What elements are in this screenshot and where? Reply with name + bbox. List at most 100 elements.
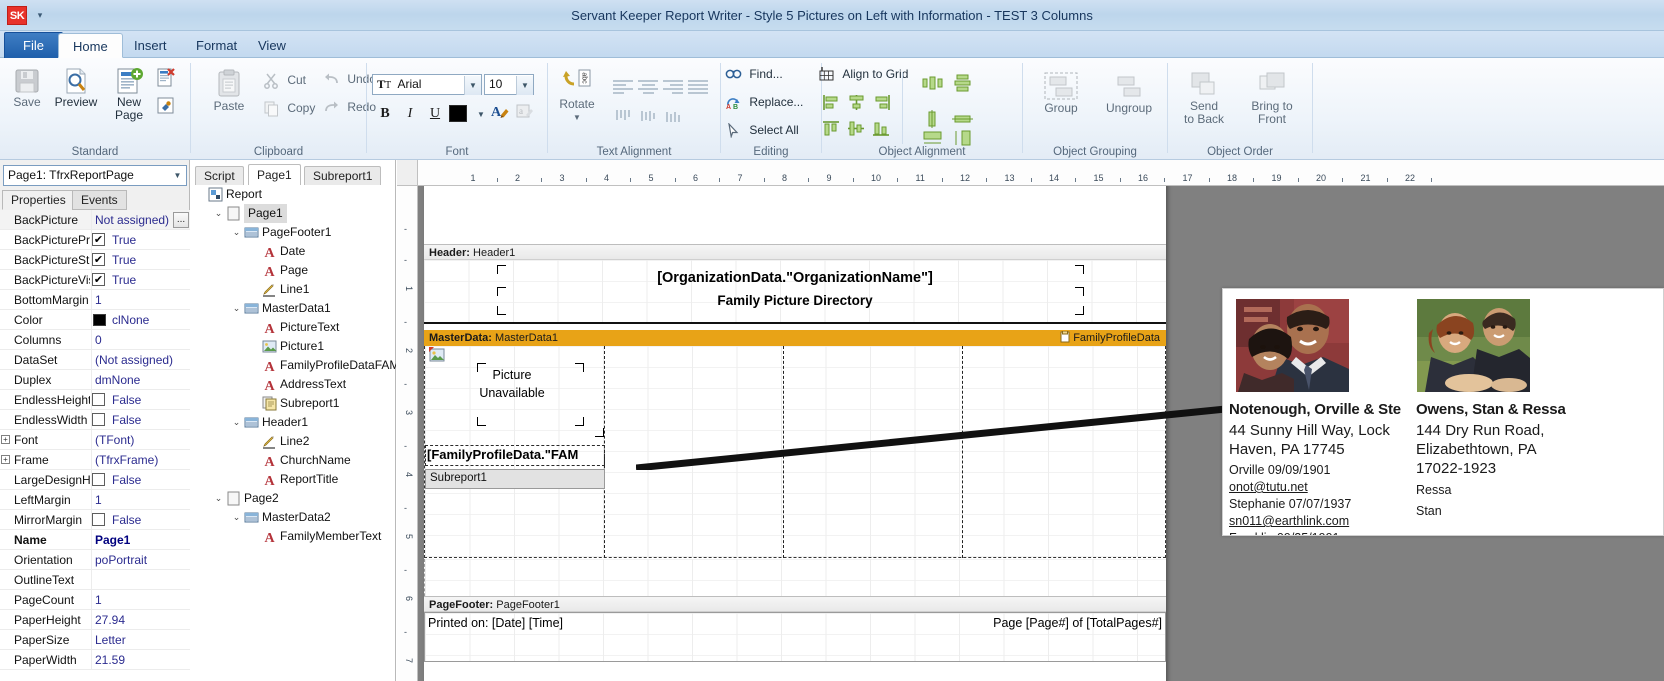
copy-button[interactable]: Copy bbox=[263, 100, 321, 117]
property-row[interactable]: EndlessWidth False bbox=[0, 410, 190, 430]
group-button[interactable]: Group bbox=[1029, 70, 1093, 115]
property-row[interactable]: PaperSize Letter bbox=[0, 630, 190, 650]
property-value[interactable]: Letter bbox=[91, 630, 190, 650]
space-horizontally-button[interactable] bbox=[922, 74, 943, 91]
property-row[interactable]: Duplex dmNone bbox=[0, 370, 190, 390]
space-vertically-button[interactable] bbox=[952, 74, 971, 92]
property-row[interactable]: Columns 0 bbox=[0, 330, 190, 350]
align-justify-button[interactable] bbox=[688, 78, 708, 94]
property-row[interactable]: + Frame (TfrxFrame) bbox=[0, 450, 190, 470]
same-height-button[interactable] bbox=[952, 130, 976, 147]
property-value[interactable]: (TfrxFrame) bbox=[91, 450, 190, 470]
tree-expand-chevron-down-icon[interactable]: ⌄ bbox=[213, 208, 224, 219]
tab-view[interactable]: View bbox=[244, 33, 300, 58]
property-row[interactable]: MirrorMargin False bbox=[0, 510, 190, 530]
tab-events[interactable]: Events bbox=[72, 190, 127, 210]
property-value[interactable]: (Not assigned) bbox=[91, 350, 190, 370]
save-button[interactable]: Save bbox=[6, 66, 48, 109]
font-size-combobox[interactable]: 10 ▼ bbox=[484, 74, 534, 95]
selection-handle[interactable] bbox=[497, 265, 506, 274]
align-right-button[interactable] bbox=[663, 78, 683, 94]
property-value[interactable]: clNone bbox=[91, 310, 190, 330]
band-body-masterdata[interactable]: Picture Unavailable [FamilyProfileData."… bbox=[424, 346, 1166, 558]
align-to-grid-button[interactable]: Align to Grid bbox=[818, 67, 938, 82]
property-row[interactable]: Orientation poPortrait bbox=[0, 550, 190, 570]
tab-script[interactable]: Script bbox=[195, 166, 244, 185]
property-value[interactable]: 1 bbox=[91, 290, 190, 310]
property-expand-icon[interactable]: + bbox=[1, 435, 10, 444]
selection-handle[interactable] bbox=[477, 363, 486, 372]
property-row[interactable]: + Font (TFont) bbox=[0, 430, 190, 450]
band-header-masterdata1[interactable]: MasterData: MasterData1 FamilyProfileDat… bbox=[424, 330, 1166, 346]
align-objects-top-button[interactable] bbox=[822, 120, 841, 137]
property-expand-icon[interactable]: + bbox=[1, 455, 10, 464]
selection-handle[interactable] bbox=[497, 306, 506, 315]
valign-top-button[interactable] bbox=[613, 108, 633, 127]
property-row[interactable]: Color clNone bbox=[0, 310, 190, 330]
selection-handle[interactable] bbox=[1075, 306, 1084, 315]
object-churchname[interactable]: [OrganizationData."OrganizationName"] bbox=[424, 270, 1166, 286]
picture-object-marker-icon[interactable] bbox=[429, 347, 445, 366]
align-objects-center-button[interactable] bbox=[847, 94, 866, 111]
font-family-chevron-down-icon[interactable]: ▼ bbox=[464, 76, 481, 95]
property-value[interactable]: True bbox=[91, 250, 190, 270]
property-row[interactable]: PaperHeight 27.94 bbox=[0, 610, 190, 630]
replace-button[interactable]: AB Replace... bbox=[725, 95, 819, 112]
property-value[interactable]: (TFont) bbox=[91, 430, 190, 450]
align-objects-bottom-button[interactable] bbox=[872, 120, 891, 137]
property-row[interactable]: DataSet (Not assigned) bbox=[0, 350, 190, 370]
property-row[interactable]: BottomMargin 1 bbox=[0, 290, 190, 310]
object-selector-chevron-down-icon[interactable]: ▼ bbox=[169, 166, 186, 185]
property-value[interactable]: False bbox=[91, 510, 190, 530]
tab-home[interactable]: Home bbox=[58, 33, 123, 58]
report-page[interactable]: Header: Header1 [OrganizationData."Organ… bbox=[424, 186, 1166, 681]
property-value[interactable] bbox=[91, 570, 190, 590]
band-body-pagefooter[interactable]: Printed on: [Date] [Time] Page [Page#] o… bbox=[424, 612, 1166, 662]
selection-handle[interactable] bbox=[1075, 287, 1084, 296]
report-tree[interactable]: Report ⌄ Page1 ⌄ PageFooter1 A Date A Page Line1 ⌄… bbox=[191, 185, 396, 681]
font-size-chevron-down-icon[interactable]: ▼ bbox=[516, 76, 533, 95]
property-row[interactable]: LargeDesignH False bbox=[0, 470, 190, 490]
align-objects-right-button[interactable] bbox=[872, 94, 891, 111]
selection-handle[interactable] bbox=[575, 363, 584, 372]
property-value[interactable]: dmNone bbox=[91, 370, 190, 390]
object-page-number[interactable]: Page [Page#] of [TotalPages#] bbox=[993, 616, 1162, 630]
property-ellipsis-button[interactable]: ... bbox=[173, 212, 189, 228]
property-row[interactable]: PaperWidth 21.59 bbox=[0, 650, 190, 670]
object-selector-combobox[interactable]: Page1: TfrxReportPage ▼ bbox=[3, 165, 187, 186]
rotate-chevron-down-icon[interactable]: ▼ bbox=[553, 111, 601, 124]
same-width-button[interactable] bbox=[922, 130, 946, 147]
family-member-email[interactable]: sn011@earthlink.com bbox=[1229, 513, 1349, 530]
property-value[interactable]: Page1 bbox=[91, 530, 190, 550]
tab-insert[interactable]: Insert bbox=[120, 33, 181, 58]
object-picturetext-line1[interactable]: Picture bbox=[447, 368, 577, 382]
property-value[interactable]: 21.59 bbox=[91, 650, 190, 670]
page-settings-button[interactable] bbox=[154, 96, 178, 116]
rotate-button[interactable]: abc Rotate ▼ bbox=[553, 68, 601, 124]
property-value[interactable]: False bbox=[91, 470, 190, 490]
paste-button[interactable]: Paste bbox=[201, 68, 257, 113]
property-row[interactable]: Name Page1 bbox=[0, 530, 190, 550]
bold-button[interactable]: B bbox=[374, 103, 396, 124]
cut-button[interactable]: Cut bbox=[263, 72, 321, 89]
selection-handle[interactable] bbox=[595, 428, 604, 437]
valign-bottom-button[interactable] bbox=[663, 108, 683, 127]
tab-properties[interactable]: Properties bbox=[2, 190, 75, 210]
selection-handle[interactable] bbox=[497, 287, 506, 296]
ungroup-button[interactable]: Ungroup bbox=[1095, 70, 1163, 115]
property-value[interactable]: 27.94 bbox=[91, 610, 190, 630]
delete-page-button[interactable] bbox=[154, 68, 178, 88]
selection-handle[interactable] bbox=[575, 417, 584, 426]
tree-expand-chevron-down-icon[interactable]: ⌄ bbox=[231, 512, 242, 523]
property-row[interactable]: BackPictureStr ✔ True bbox=[0, 250, 190, 270]
center-vertically-button[interactable] bbox=[952, 110, 973, 127]
property-value[interactable]: True bbox=[91, 230, 190, 250]
property-value[interactable]: True bbox=[91, 270, 190, 290]
tab-format[interactable]: Format bbox=[182, 33, 251, 58]
property-row[interactable]: BackPicturePri ✔ True bbox=[0, 230, 190, 250]
highlight-button[interactable]: A bbox=[489, 102, 511, 123]
italic-button[interactable]: I bbox=[399, 103, 421, 124]
send-to-back-button[interactable]: Send to Back bbox=[1172, 70, 1236, 126]
band-header-header1[interactable]: Header: Header1 bbox=[424, 244, 1166, 260]
property-row[interactable]: LeftMargin 1 bbox=[0, 490, 190, 510]
